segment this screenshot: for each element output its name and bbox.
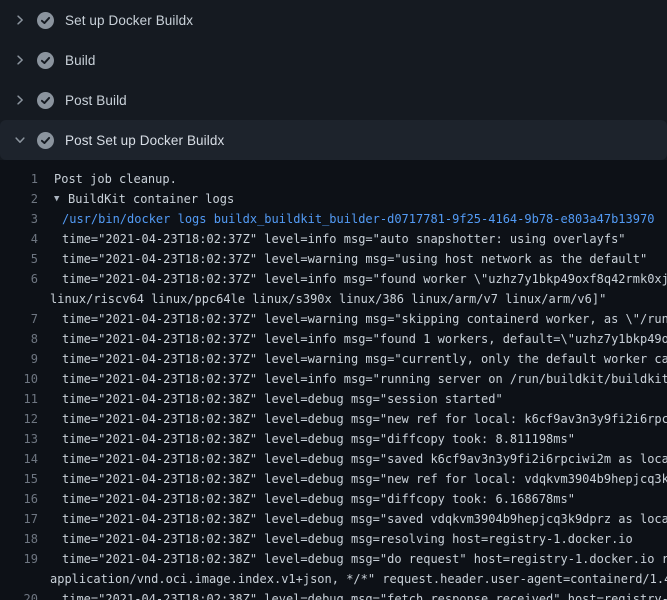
- log-line: 9 time="2021-04-23T18:02:37Z" level=warni…: [0, 349, 667, 369]
- line-number[interactable]: 20: [0, 589, 38, 600]
- line-number[interactable]: 8: [0, 329, 38, 349]
- log-text: time="2021-04-23T18:02:37Z" level=info m…: [62, 329, 667, 349]
- step-header-post-set-up-docker-buildx[interactable]: Post Set up Docker Buildx: [0, 120, 667, 160]
- log-line-continuation: application/vnd.oci.image.index.v1+json,…: [0, 569, 667, 589]
- step-list: Set up Docker Buildx Build Post Build Post …: [0, 0, 667, 160]
- success-check-icon: [37, 132, 54, 149]
- chevron-right-icon[interactable]: [12, 52, 28, 68]
- log-text: time="2021-04-23T18:02:37Z" level=warnin…: [62, 249, 647, 269]
- log-line: 7 time="2021-04-23T18:02:37Z" level=warni…: [0, 309, 667, 329]
- log-line-continuation: linux/riscv64 linux/ppc64le linux/s390x …: [0, 289, 667, 309]
- log-line: 13 time="2021-04-23T18:02:38Z" level=debu…: [0, 429, 667, 449]
- step-header-build[interactable]: Build: [0, 40, 667, 80]
- log-text: time="2021-04-23T18:02:37Z" level=warnin…: [62, 309, 667, 329]
- log-line: 4 time="2021-04-23T18:02:37Z" level=info …: [0, 229, 667, 249]
- log-line: 1 Post job cleanup.: [0, 169, 667, 189]
- line-number[interactable]: 13: [0, 429, 38, 449]
- chevron-right-icon[interactable]: [12, 92, 28, 108]
- line-number: [0, 569, 38, 589]
- line-number[interactable]: 1: [0, 169, 38, 189]
- line-number[interactable]: 2: [0, 189, 38, 209]
- line-number[interactable]: 15: [0, 469, 38, 489]
- group-collapse-triangle-icon[interactable]: ▼: [54, 189, 62, 209]
- log-text: time="2021-04-23T18:02:38Z" level=debug …: [62, 389, 503, 409]
- log-text[interactable]: BuildKit container logs: [68, 189, 234, 209]
- log-line: 18 time="2021-04-23T18:02:38Z" level=debu…: [0, 529, 667, 549]
- line-number[interactable]: 9: [0, 349, 38, 369]
- log-text: application/vnd.oci.image.index.v1+json,…: [50, 569, 667, 589]
- step-label: Post Set up Docker Buildx: [65, 133, 224, 148]
- log-text: time="2021-04-23T18:02:38Z" level=debug …: [62, 509, 667, 529]
- log-text: Post job cleanup.: [54, 169, 177, 189]
- log-line: 12 time="2021-04-23T18:02:38Z" level=debu…: [0, 409, 667, 429]
- line-number: [0, 289, 38, 309]
- line-number[interactable]: 19: [0, 549, 38, 569]
- line-number[interactable]: 10: [0, 369, 38, 389]
- log-text: time="2021-04-23T18:02:37Z" level=warnin…: [62, 349, 667, 369]
- line-number[interactable]: 18: [0, 529, 38, 549]
- log-line: 11 time="2021-04-23T18:02:38Z" level=debu…: [0, 389, 667, 409]
- log-text: time="2021-04-23T18:02:37Z" level=info m…: [62, 229, 626, 249]
- line-number[interactable]: 14: [0, 449, 38, 469]
- log-line: 16 time="2021-04-23T18:02:38Z" level=debu…: [0, 489, 667, 509]
- log-text: time="2021-04-23T18:02:38Z" level=debug …: [62, 469, 667, 489]
- line-number[interactable]: 16: [0, 489, 38, 509]
- success-check-icon: [37, 12, 54, 29]
- success-check-icon: [37, 52, 54, 69]
- log-text: time="2021-04-23T18:02:38Z" level=debug …: [62, 409, 667, 429]
- log-line: 14 time="2021-04-23T18:02:38Z" level=debu…: [0, 449, 667, 469]
- line-number[interactable]: 11: [0, 389, 38, 409]
- line-number[interactable]: 4: [0, 229, 38, 249]
- line-number[interactable]: 17: [0, 509, 38, 529]
- step-label: Post Build: [65, 93, 127, 108]
- log-text: time="2021-04-23T18:02:37Z" level=info m…: [62, 369, 667, 389]
- chevron-right-icon[interactable]: [12, 12, 28, 28]
- log-output: 1 Post job cleanup. 2 ▼ BuildKit container l…: [0, 160, 667, 600]
- step-label: Set up Docker Buildx: [65, 13, 193, 28]
- line-number[interactable]: 5: [0, 249, 38, 269]
- log-text: time="2021-04-23T18:02:38Z" level=debug …: [62, 449, 667, 469]
- log-text: time="2021-04-23T18:02:38Z" level=debug …: [62, 489, 575, 509]
- log-text: time="2021-04-23T18:02:37Z" level=info m…: [62, 269, 667, 289]
- line-number[interactable]: 6: [0, 269, 38, 289]
- line-number[interactable]: 12: [0, 409, 38, 429]
- line-number[interactable]: 3: [0, 209, 38, 229]
- chevron-down-icon[interactable]: [12, 132, 28, 148]
- log-text: linux/riscv64 linux/ppc64le linux/s390x …: [50, 289, 606, 309]
- log-line: 10 time="2021-04-23T18:02:37Z" level=info…: [0, 369, 667, 389]
- success-check-icon: [37, 92, 54, 109]
- log-line: 6 time="2021-04-23T18:02:37Z" level=info …: [0, 269, 667, 289]
- log-line: 19 time="2021-04-23T18:02:38Z" level=debu…: [0, 549, 667, 569]
- step-header-post-build[interactable]: Post Build: [0, 80, 667, 120]
- log-command-text: /usr/bin/docker logs buildx_buildkit_bui…: [62, 209, 654, 229]
- log-line: 2 ▼ BuildKit container logs: [0, 189, 667, 209]
- log-line: 5 time="2021-04-23T18:02:37Z" level=warni…: [0, 249, 667, 269]
- log-text: time="2021-04-23T18:02:38Z" level=debug …: [62, 529, 633, 549]
- line-number[interactable]: 7: [0, 309, 38, 329]
- log-line: 17 time="2021-04-23T18:02:38Z" level=debu…: [0, 509, 667, 529]
- step-header-set-up-docker-buildx[interactable]: Set up Docker Buildx: [0, 0, 667, 40]
- log-text: time="2021-04-23T18:02:38Z" level=debug …: [62, 589, 667, 600]
- log-text: time="2021-04-23T18:02:38Z" level=debug …: [62, 549, 667, 569]
- log-line: 15 time="2021-04-23T18:02:38Z" level=debu…: [0, 469, 667, 489]
- log-line: 8 time="2021-04-23T18:02:37Z" level=info …: [0, 329, 667, 349]
- step-label: Build: [65, 53, 96, 68]
- log-text: time="2021-04-23T18:02:38Z" level=debug …: [62, 429, 575, 449]
- log-line: 3/usr/bin/docker logs buildx_buildkit_bu…: [0, 209, 667, 229]
- workflow-log-viewer: Set up Docker Buildx Build Post Build Post …: [0, 0, 667, 600]
- log-line: 20 time="2021-04-23T18:02:38Z" level=debu…: [0, 589, 667, 600]
